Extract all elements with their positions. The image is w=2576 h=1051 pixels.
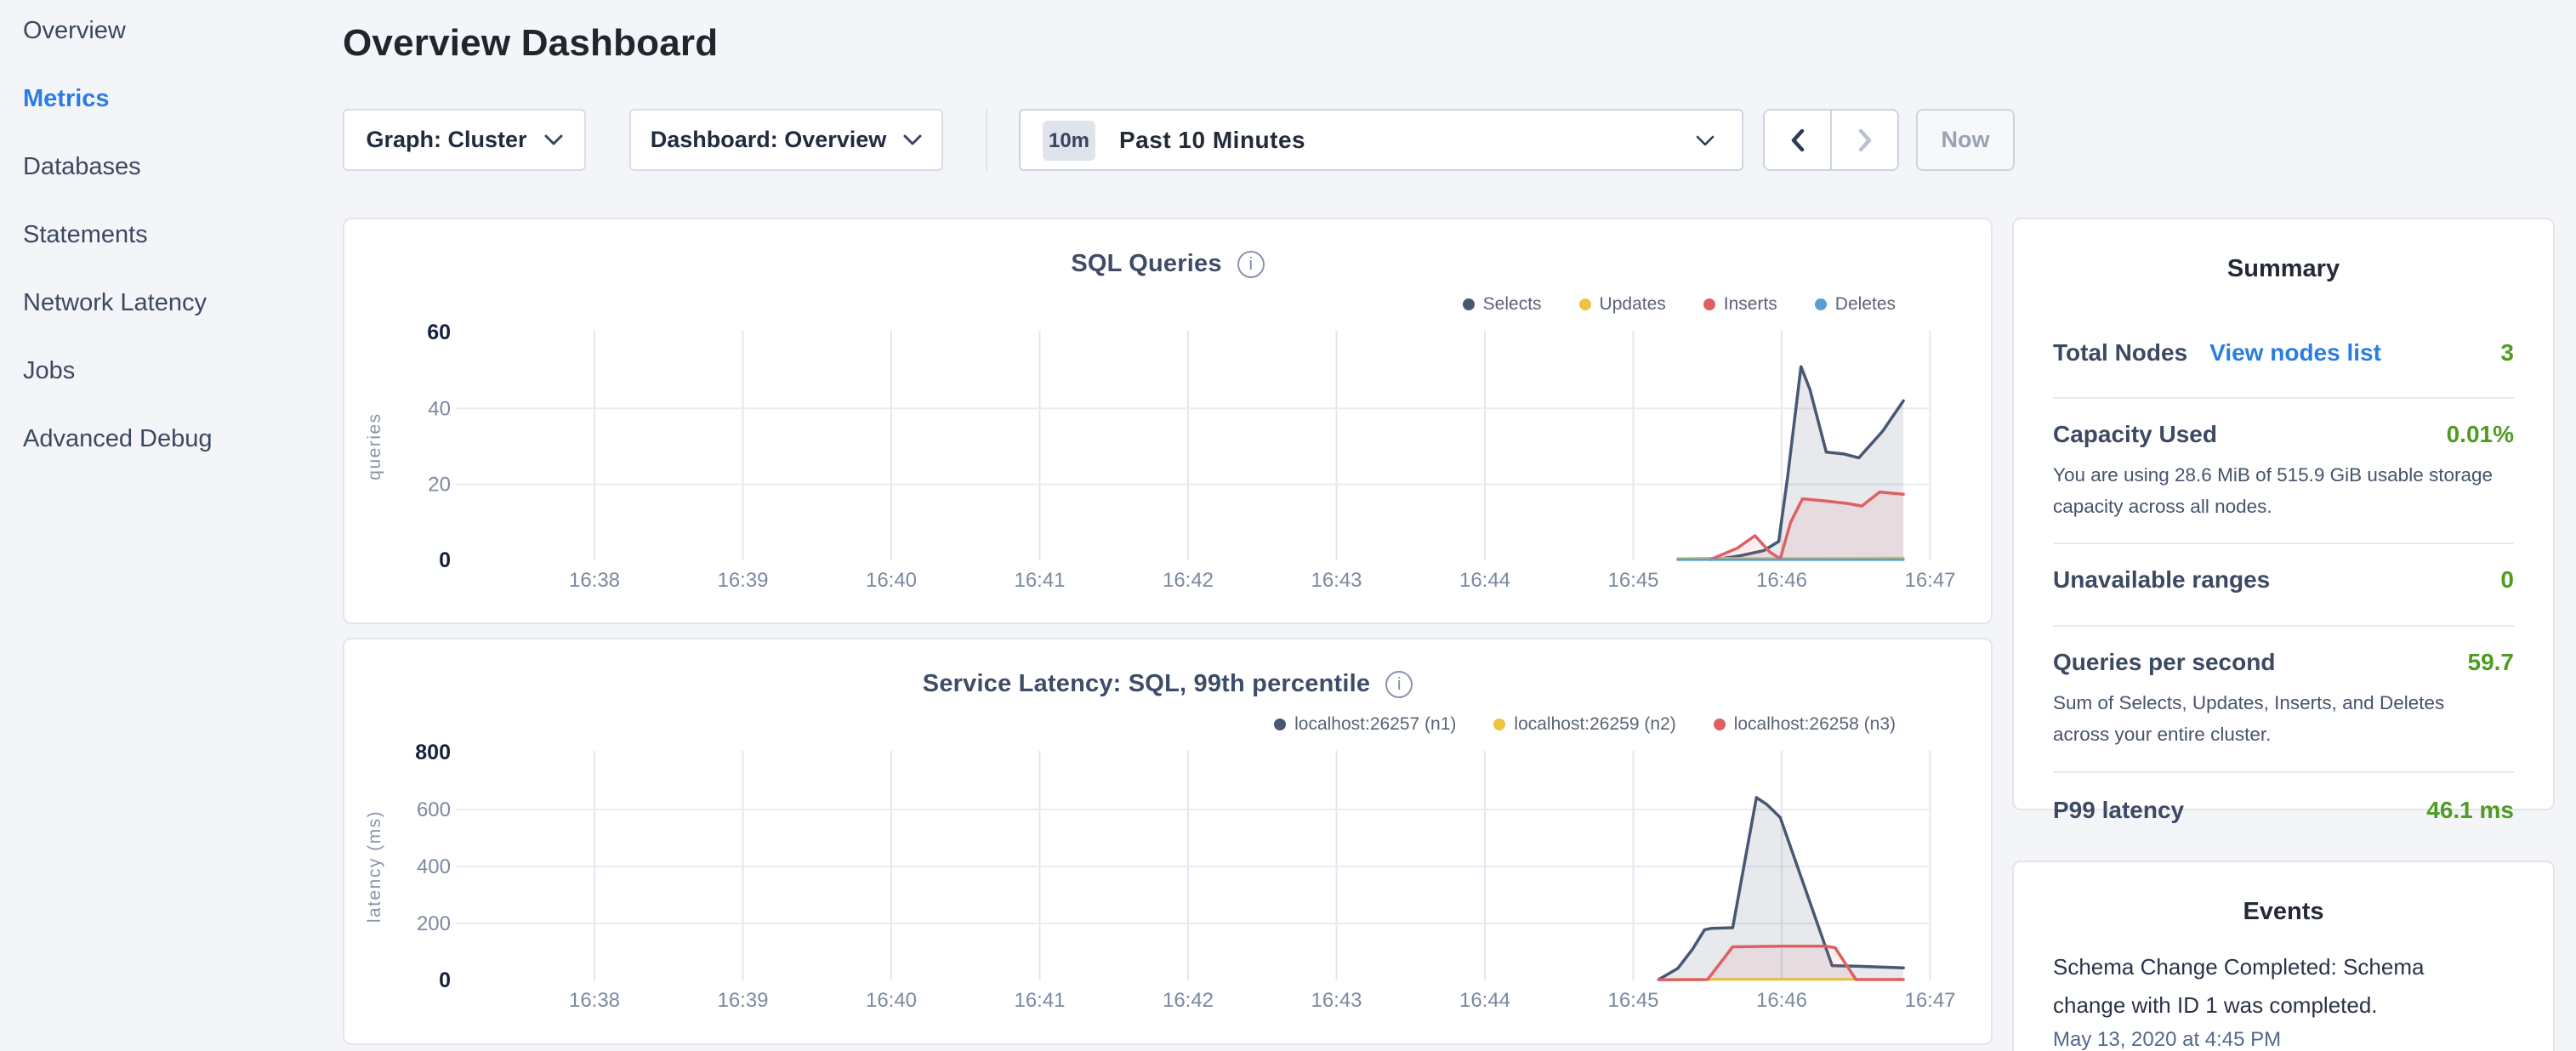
- summary-row-capacity: Capacity Used 0.01% You are using 28.6 M…: [2053, 399, 2514, 544]
- svg-text:16:40: 16:40: [866, 569, 917, 592]
- sidebar-item-advanced-debug[interactable]: Advanced Debug: [23, 427, 329, 452]
- svg-text:400: 400: [417, 855, 451, 878]
- summary-row-unavailable-ranges: Unavailable ranges 0: [2053, 544, 2514, 627]
- time-range-nav: [1763, 109, 1899, 171]
- sidebar-item-network-latency[interactable]: Network Latency: [23, 291, 329, 315]
- chevron-right-icon: [1858, 128, 1872, 152]
- svg-text:20: 20: [428, 474, 451, 497]
- app-root: Overview Metrics Databases Statements Ne…: [0, 0, 2576, 1051]
- svg-text:800: 800: [415, 741, 451, 764]
- sidebar: Overview Metrics Databases Statements Ne…: [23, 19, 329, 495]
- dashboard-dropdown-label: Dashboard: Overview: [651, 127, 887, 153]
- capacity-used-label: Capacity Used: [2053, 421, 2217, 448]
- controls-row: Graph: Cluster Dashboard: Overview 10m P…: [0, 109, 2576, 171]
- p99-latency-value: 46.1 ms: [2426, 797, 2514, 824]
- qps-label: Queries per second: [2053, 649, 2275, 676]
- graph-dropdown-label: Graph: Cluster: [366, 127, 526, 153]
- svg-text:16:45: 16:45: [1607, 569, 1658, 592]
- svg-text:600: 600: [417, 798, 451, 821]
- chevron-down-icon: [903, 134, 922, 145]
- qps-description: Sum of Selects, Updates, Inserts, and De…: [2053, 687, 2499, 750]
- svg-text:16:44: 16:44: [1459, 989, 1510, 1012]
- svg-text:16:47: 16:47: [1904, 569, 1955, 592]
- service-latency-plot[interactable]: 0 200 400 600 800 16:38 16:39 16:40 16:41 16:42 16…: [344, 639, 1994, 1047]
- sql-queries-chart-card: SQL Queries i SelectsUpdatesInsertsDelet…: [343, 218, 1993, 624]
- svg-text:16:40: 16:40: [866, 989, 917, 1012]
- svg-text:16:39: 16:39: [717, 569, 768, 592]
- view-nodes-list-link[interactable]: View nodes list: [2209, 339, 2381, 366]
- svg-text:16:41: 16:41: [1014, 989, 1065, 1012]
- events-title: Events: [2053, 898, 2514, 926]
- events-panel: Events Schema Change Completed: Schema c…: [2012, 861, 2555, 1051]
- event-item-text[interactable]: Schema Change Completed: Schema change w…: [2053, 948, 2453, 1025]
- svg-text:16:42: 16:42: [1163, 569, 1214, 592]
- svg-text:16:42: 16:42: [1163, 989, 1214, 1012]
- svg-text:60: 60: [427, 321, 451, 344]
- capacity-used-description: You are using 28.6 MiB of 515.9 GiB usab…: [2053, 459, 2499, 522]
- svg-text:16:45: 16:45: [1607, 989, 1658, 1012]
- chevron-left-icon: [1791, 128, 1805, 152]
- svg-text:16:39: 16:39: [717, 989, 768, 1012]
- svg-text:16:38: 16:38: [569, 569, 620, 592]
- svg-text:16:47: 16:47: [1904, 989, 1955, 1012]
- svg-text:16:41: 16:41: [1014, 569, 1065, 592]
- sidebar-item-statements[interactable]: Statements: [23, 223, 329, 247]
- summary-row-qps: Queries per second 59.7 Sum of Selects, …: [2053, 627, 2514, 773]
- total-nodes-label: Total Nodes: [2053, 339, 2187, 366]
- service-latency-chart-card: Service Latency: SQL, 99th percentile i …: [343, 638, 1993, 1045]
- unavailable-ranges-value: 0: [2500, 566, 2514, 594]
- sidebar-item-overview[interactable]: Overview: [23, 19, 329, 43]
- dashboard-dropdown[interactable]: Dashboard: Overview: [629, 109, 943, 171]
- svg-text:200: 200: [417, 912, 451, 935]
- time-window-label: Past 10 Minutes: [1119, 111, 1305, 170]
- summary-panel: Summary Total Nodes View nodes list 3 Ca…: [2012, 218, 2555, 810]
- event-item-timestamp: May 13, 2020 at 4:45 PM: [2053, 1028, 2514, 1051]
- svg-text:0: 0: [439, 548, 451, 572]
- sidebar-item-jobs[interactable]: Jobs: [23, 359, 329, 383]
- svg-text:16:43: 16:43: [1311, 569, 1362, 592]
- prev-range-button[interactable]: [1765, 111, 1830, 169]
- now-button[interactable]: Now: [1916, 109, 2015, 171]
- svg-text:16:46: 16:46: [1756, 989, 1807, 1012]
- controls-divider: [986, 109, 987, 171]
- svg-text:queries: queries: [365, 412, 384, 480]
- time-window-selector[interactable]: 10m Past 10 Minutes: [1019, 109, 1743, 171]
- graph-dropdown[interactable]: Graph: Cluster: [343, 109, 586, 171]
- svg-text:16:44: 16:44: [1459, 569, 1510, 592]
- sidebar-item-metrics[interactable]: Metrics: [23, 87, 329, 111]
- svg-text:40: 40: [428, 397, 451, 420]
- time-window-badge: 10m: [1043, 121, 1095, 161]
- svg-text:latency (ms): latency (ms): [365, 810, 384, 923]
- svg-text:16:38: 16:38: [569, 989, 620, 1012]
- summary-row-p99: P99 latency 46.1 ms: [2053, 773, 2514, 849]
- svg-text:16:43: 16:43: [1311, 989, 1362, 1012]
- capacity-used-value: 0.01%: [2447, 421, 2514, 448]
- sql-queries-plot[interactable]: 0 20 40 60 16:38 16:39 16:40 16:41 16:42 16:43 16:…: [344, 219, 1994, 626]
- svg-text:16:46: 16:46: [1756, 569, 1807, 592]
- svg-text:0: 0: [439, 969, 451, 992]
- page-title: Overview Dashboard: [343, 22, 718, 65]
- unavailable-ranges-label: Unavailable ranges: [2053, 566, 2270, 594]
- chevron-down-icon: [1696, 135, 1714, 146]
- next-range-button[interactable]: [1830, 111, 1897, 169]
- chevron-down-icon: [544, 134, 563, 145]
- summary-title: Summary: [2053, 255, 2514, 283]
- p99-latency-label: P99 latency: [2053, 797, 2184, 824]
- total-nodes-value: 3: [2500, 339, 2514, 366]
- qps-value: 59.7: [2468, 649, 2515, 676]
- summary-row-total-nodes: Total Nodes View nodes list 3: [2053, 283, 2514, 399]
